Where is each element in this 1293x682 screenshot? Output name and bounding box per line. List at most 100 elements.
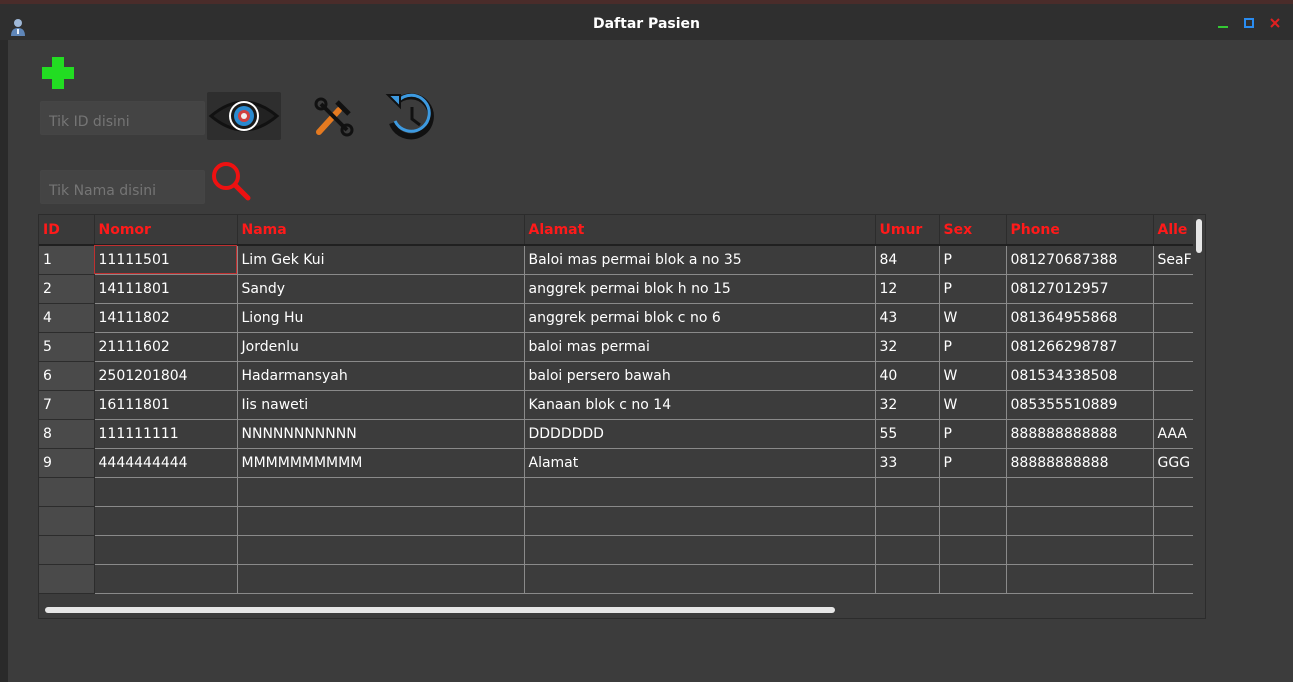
table-cell[interactable]: 081266298787 [1006, 332, 1154, 362]
table-cell[interactable]: 11111501 [94, 245, 238, 275]
table-cell[interactable]: Liong Hu [237, 303, 525, 333]
table-row[interactable]: 7 16111801 Iis naweti Kanaan blok c no 14 32… [39, 390, 1194, 420]
table-cell[interactable]: 081364955868 [1006, 303, 1154, 333]
table-row[interactable]: 9 4444444444 MMMMMMMMMM Alamat 33 P 8888888888… [39, 448, 1194, 478]
table-cell[interactable] [939, 535, 1007, 565]
column-header[interactable]: Nama [237, 215, 525, 246]
table-cell[interactable] [237, 535, 525, 565]
tools-icon[interactable] [313, 96, 355, 138]
table-cell[interactable] [875, 535, 940, 565]
vertical-scroll-thumb[interactable] [1196, 219, 1202, 253]
table-cell[interactable]: baloi persero bawah [524, 361, 876, 391]
table-cell[interactable]: 12 [875, 274, 940, 304]
table-cell[interactable] [875, 506, 940, 536]
table-cell[interactable] [94, 477, 238, 507]
table-cell[interactable]: anggrek permai blok c no 6 [524, 303, 876, 333]
table-cell[interactable]: 888888888888 [1006, 419, 1154, 449]
row-id-cell[interactable]: 5 [39, 332, 95, 362]
table-cell[interactable] [1153, 332, 1194, 362]
table-cell[interactable]: NNNNNNNNNNN [237, 419, 525, 449]
table-row[interactable] [39, 535, 1194, 565]
table-cell[interactable] [524, 535, 876, 565]
title-bar[interactable]: Daftar Pasien [0, 0, 1293, 40]
table-cell[interactable]: 111111111 [94, 419, 238, 449]
table-cell[interactable]: 40 [875, 361, 940, 391]
table-row[interactable] [39, 506, 1194, 536]
table-cell[interactable] [1006, 564, 1154, 594]
table-row[interactable]: 6 2501201804 Hadarmansyah baloi persero baw… [39, 361, 1194, 391]
vertical-scrollbar[interactable] [1193, 215, 1205, 600]
table-cell[interactable]: P [939, 245, 1007, 275]
table-cell[interactable]: 081534338508 [1006, 361, 1154, 391]
table-cell[interactable] [1153, 390, 1194, 420]
table-cell[interactable]: Alamat [524, 448, 876, 478]
column-header[interactable]: Umur [875, 215, 940, 246]
row-id-cell[interactable]: 1 [39, 245, 95, 275]
table-row[interactable]: 5 21111602 Jordenlu baloi mas permai 32 P 0812… [39, 332, 1194, 362]
horizontal-scroll-thumb[interactable] [45, 607, 835, 613]
table-cell[interactable]: Lim Gek Kui [237, 245, 525, 275]
table-cell[interactable] [939, 564, 1007, 594]
table-cell[interactable]: 32 [875, 332, 940, 362]
table-cell[interactable] [875, 477, 940, 507]
patient-table[interactable]: ID Nomor Nama Alamat Umur Sex Phone Alle 1 11111… [38, 214, 1206, 619]
table-row[interactable]: 2 14111801 Sandy anggrek permai blok h no 1… [39, 274, 1194, 304]
row-id-cell[interactable]: 8 [39, 419, 95, 449]
table-cell[interactable] [237, 477, 525, 507]
add-patient-button[interactable] [40, 55, 76, 91]
column-header[interactable]: Phone [1006, 215, 1154, 246]
minimize-icon[interactable] [1216, 16, 1230, 30]
table-cell[interactable]: Iis naweti [237, 390, 525, 420]
table-cell[interactable] [1153, 361, 1194, 391]
table-cell[interactable] [1006, 535, 1154, 565]
table-cell[interactable] [237, 506, 525, 536]
table-cell[interactable] [94, 535, 238, 565]
column-header[interactable]: Nomor [94, 215, 238, 246]
table-row[interactable] [39, 477, 1194, 507]
table-cell[interactable] [1153, 564, 1194, 594]
table-cell[interactable]: 21111602 [94, 332, 238, 362]
row-id-cell[interactable]: 4 [39, 303, 95, 333]
table-cell[interactable]: 085355510889 [1006, 390, 1154, 420]
table-cell[interactable]: SeaF [1153, 245, 1194, 275]
table-cell[interactable]: baloi mas permai [524, 332, 876, 362]
column-header[interactable]: Alle [1153, 215, 1194, 246]
row-id-cell[interactable]: 7 [39, 390, 95, 420]
table-cell[interactable]: AAA [1153, 419, 1194, 449]
table-cell[interactable]: Kanaan blok c no 14 [524, 390, 876, 420]
row-id-cell[interactable] [39, 477, 95, 507]
table-cell[interactable] [875, 564, 940, 594]
table-cell[interactable] [1153, 303, 1194, 333]
table-cell[interactable] [237, 564, 525, 594]
search-icon[interactable] [210, 160, 254, 204]
table-cell[interactable]: 14111802 [94, 303, 238, 333]
table-row[interactable]: 4 14111802 Liong Hu anggrek permai blok c n… [39, 303, 1194, 333]
table-cell[interactable]: W [939, 303, 1007, 333]
table-cell[interactable] [1006, 477, 1154, 507]
table-cell[interactable]: 081270687388 [1006, 245, 1154, 275]
table-cell[interactable] [94, 506, 238, 536]
table-cell[interactable] [939, 477, 1007, 507]
table-cell[interactable] [1006, 506, 1154, 536]
table-cell[interactable]: P [939, 332, 1007, 362]
table-cell[interactable]: P [939, 274, 1007, 304]
table-cell[interactable]: 55 [875, 419, 940, 449]
table-cell[interactable] [1153, 506, 1194, 536]
table-cell[interactable]: 32 [875, 390, 940, 420]
table-cell[interactable]: MMMMMMMMMM [237, 448, 525, 478]
table-cell[interactable]: 33 [875, 448, 940, 478]
table-cell[interactable] [1153, 477, 1194, 507]
table-cell[interactable]: 88888888888 [1006, 448, 1154, 478]
table-cell[interactable] [524, 564, 876, 594]
table-cell[interactable] [524, 506, 876, 536]
table-cell[interactable] [524, 477, 876, 507]
column-header[interactable]: Alamat [524, 215, 876, 246]
table-cell[interactable]: Hadarmansyah [237, 361, 525, 391]
row-id-cell[interactable] [39, 506, 95, 536]
table-cell[interactable]: Jordenlu [237, 332, 525, 362]
table-cell[interactable]: 16111801 [94, 390, 238, 420]
table-cell[interactable] [1153, 535, 1194, 565]
row-id-cell[interactable] [39, 564, 95, 594]
table-cell[interactable] [1153, 274, 1194, 304]
horizontal-scrollbar[interactable] [39, 604, 1193, 616]
